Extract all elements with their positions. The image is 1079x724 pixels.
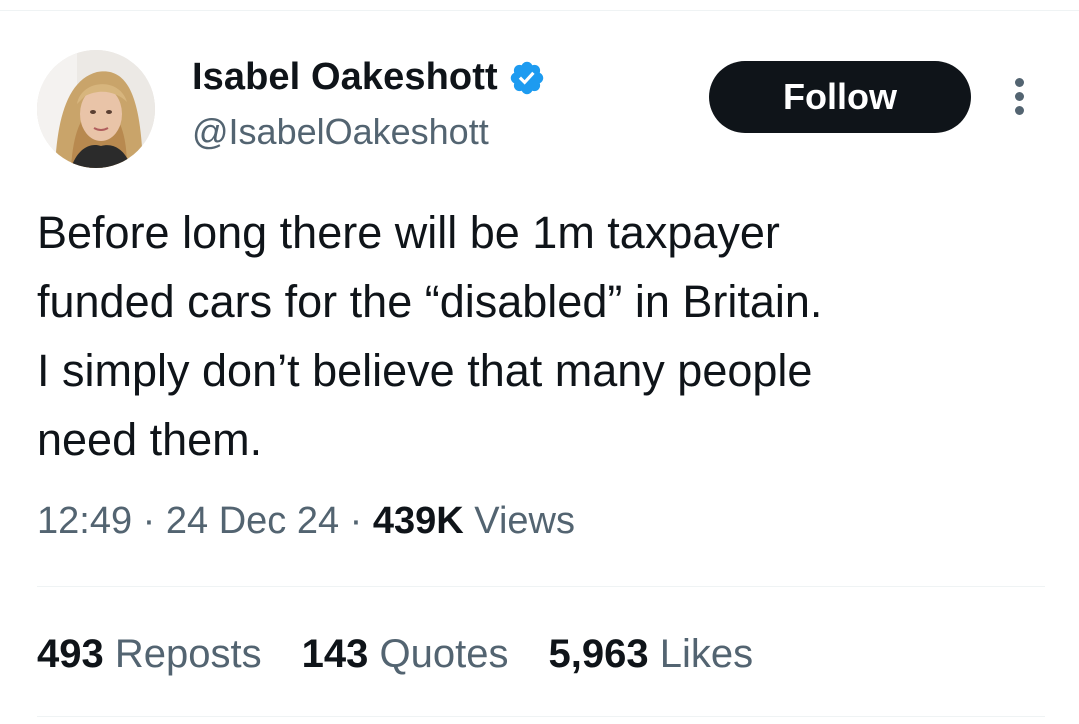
- avatar[interactable]: [37, 50, 155, 168]
- tweet-text-line: funded cars for the “disabled” in Britai…: [37, 276, 823, 327]
- likes-count: 5,963: [548, 632, 649, 676]
- author-display-name[interactable]: Isabel Oakeshott: [192, 56, 498, 99]
- tweet-text-line: I simply don’t believe that many people: [37, 345, 813, 396]
- tweet-time[interactable]: 12:49: [37, 500, 132, 542]
- reposts-count: 493: [37, 632, 104, 676]
- meta-separator: ·: [142, 500, 156, 542]
- tweet-text-line: Before long there will be 1m taxpayer: [37, 207, 780, 258]
- views-label: Views: [474, 500, 575, 542]
- author-name-row: Isabel Oakeshott: [192, 56, 546, 99]
- views-count: 439K: [372, 500, 464, 542]
- likes-stat[interactable]: 5,963 Likes: [548, 632, 753, 677]
- more-vertical-icon[interactable]: [1007, 78, 1031, 118]
- author-handle[interactable]: @IsabelOakeshott: [192, 111, 489, 153]
- tweet-text: Before long there will be 1m taxpayer fu…: [37, 198, 1047, 474]
- quotes-label: Quotes: [379, 632, 509, 676]
- follow-button[interactable]: Follow: [709, 61, 971, 133]
- quotes-stat[interactable]: 143 Quotes: [302, 632, 509, 677]
- tweet-meta: 12:49 · 24 Dec 24 · 439K Views: [37, 500, 575, 543]
- avatar-photo: [37, 50, 155, 168]
- divider: [37, 586, 1045, 587]
- verified-badge-icon[interactable]: [508, 59, 546, 97]
- tweet-text-line: need them.: [37, 414, 263, 465]
- tweet-date[interactable]: 24 Dec 24: [166, 500, 339, 542]
- bottom-divider: [37, 716, 1045, 717]
- engagement-stats: 493 Reposts 143 Quotes 5,963 Likes: [37, 632, 793, 677]
- reposts-label: Reposts: [114, 632, 262, 676]
- meta-separator: ·: [349, 500, 363, 542]
- reposts-stat[interactable]: 493 Reposts: [37, 632, 262, 677]
- top-divider: [0, 10, 1079, 11]
- likes-label: Likes: [659, 632, 754, 676]
- quotes-count: 143: [301, 632, 369, 676]
